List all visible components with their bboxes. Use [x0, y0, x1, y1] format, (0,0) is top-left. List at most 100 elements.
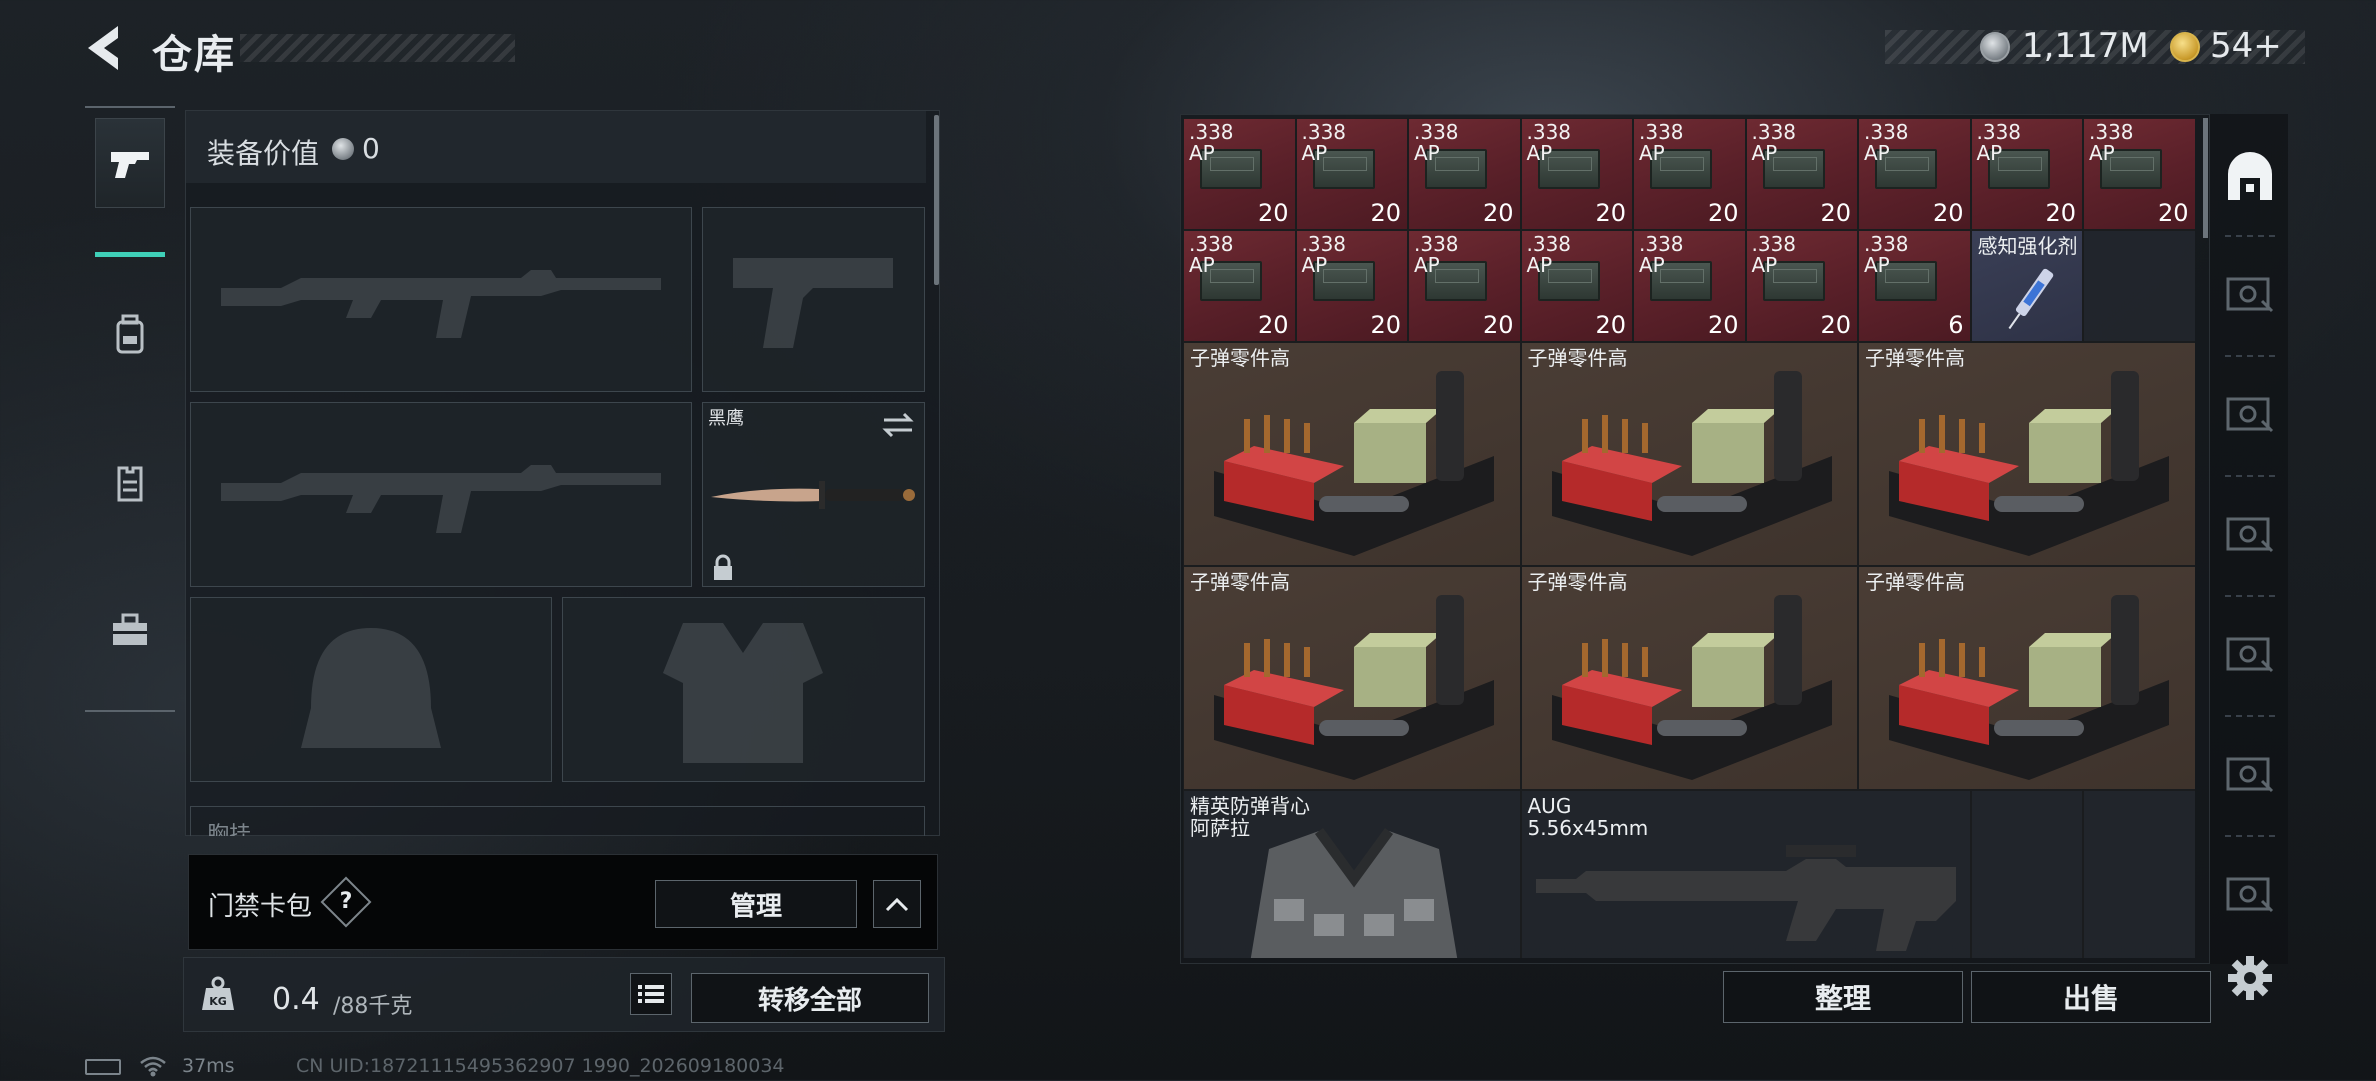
rifle-silhouette-icon [221, 270, 661, 338]
backpack-icon [116, 314, 144, 354]
ammo-338ap-item[interactable]: .338 AP 20 [1183, 230, 1296, 342]
ammo-name: .338 AP [1526, 232, 1572, 277]
bullet-parts-icon [1551, 371, 1832, 556]
empty-cell[interactable] [2083, 230, 2195, 342]
ammo-338ap-item[interactable]: .338 AP 20 [2083, 118, 2195, 230]
ammo-count: 20 [1595, 199, 1626, 227]
ammo-338ap-item[interactable]: .338 AP 20 [1408, 230, 1521, 342]
silver-coin-icon [332, 138, 354, 160]
ammo-338ap-item[interactable]: .338 AP 20 [1408, 118, 1521, 230]
storage-tab-7[interactable] [2222, 865, 2278, 921]
stimulant-name: 感知强化剂 [1977, 234, 2078, 258]
tab-weapons[interactable] [95, 118, 165, 208]
tab-toolbox[interactable] [95, 585, 165, 675]
bullet-parts-icon [1214, 371, 1494, 556]
ammo-338ap-item[interactable]: .338 AP 20 [1183, 118, 1296, 230]
ammo-name: .338 AP [1301, 232, 1347, 277]
pistol-silhouette-icon [733, 258, 893, 348]
list-view-button[interactable] [630, 973, 672, 1015]
armor-vest-item[interactable]: 精英防弹背心 阿萨拉 [1183, 790, 1521, 958]
knife-icon [711, 481, 915, 509]
collapse-button[interactable] [873, 880, 921, 928]
bullet-parts-item[interactable]: 子弹零件高 [1520, 566, 1858, 790]
ammo-338ap-item[interactable]: .338 AP 20 [1970, 118, 2083, 230]
current-weight: 0.4 [272, 982, 320, 1017]
ammo-count: 20 [1257, 311, 1289, 339]
tab-backpack[interactable] [95, 290, 165, 380]
ammo-count: 6 [1948, 311, 1964, 339]
armor-slot[interactable] [562, 597, 925, 782]
ammo-count: 20 [2045, 199, 2076, 227]
swap-icon[interactable] [882, 411, 914, 439]
empty-cell[interactable] [2083, 790, 2195, 958]
ping-value: 37ms [182, 1055, 235, 1077]
chest-rig-slot[interactable]: 胸挂 [190, 806, 925, 836]
bullet-parts-item[interactable]: 子弹零件高 [1858, 566, 2195, 790]
pistol-slot[interactable] [702, 207, 925, 392]
storage-tab-2[interactable] [2222, 265, 2278, 321]
ammo-name: .338 AP [1751, 120, 1797, 165]
access-card-label: 门禁卡包 [208, 892, 313, 922]
ammo-name: .338 AP [1414, 232, 1459, 277]
ammo-338ap-item[interactable]: .338 AP 20 [1520, 118, 1633, 230]
lock-icon[interactable] [711, 554, 735, 582]
ammo-count: 20 [2157, 199, 2189, 227]
gold-coin-icon [2170, 32, 2200, 62]
storage-scrollbar[interactable] [2203, 118, 2208, 238]
ammo-name: .338 AP [1301, 120, 1347, 165]
ammo-338ap-item[interactable]: .338 AP 6 [1858, 230, 1971, 342]
bullet-parts-icon [1889, 371, 2169, 556]
ammo-338ap-item[interactable]: .338 AP 20 [1520, 230, 1633, 342]
rifle-icon [1535, 845, 1956, 951]
ammo-name: .338 AP [1189, 120, 1234, 165]
empty-cell[interactable] [1970, 790, 2083, 958]
bullet-parts-item[interactable]: 子弹零件高 [1520, 342, 1858, 566]
ammo-count: 20 [1932, 199, 1964, 227]
ammo-name: .338 AP [2089, 120, 2134, 165]
crate-icon [2226, 397, 2274, 433]
back-button[interactable] [82, 22, 126, 74]
ammo-338ap-item[interactable]: .338 AP 20 [1633, 118, 1746, 230]
ammo-name: .338 AP [1526, 120, 1572, 165]
ammo-name: .338 AP [1864, 120, 1909, 165]
arch-icon [2228, 152, 2272, 200]
storage-tab-4[interactable] [2222, 505, 2278, 561]
ammo-338ap-item[interactable]: .338 AP 20 [1858, 118, 1971, 230]
ammo-338ap-item[interactable]: .338 AP 20 [1745, 118, 1858, 230]
ammo-338ap-item[interactable]: .338 AP 20 [1745, 230, 1858, 342]
equipment-scrollbar[interactable] [934, 115, 939, 285]
gold-currency-value[interactable]: 54+ [2210, 26, 2282, 66]
secondary-weapon-slot[interactable] [190, 402, 692, 587]
ammo-338ap-item[interactable]: .338 AP 20 [1295, 230, 1408, 342]
storage-tab-5[interactable] [2222, 625, 2278, 681]
armor-silhouette-icon [663, 623, 823, 763]
storage-home-tab[interactable] [2222, 150, 2278, 206]
bullet-parts-item[interactable]: 子弹零件高 [1183, 566, 1521, 790]
ammo-338ap-item[interactable]: .338 AP 20 [1633, 230, 1746, 342]
ammo-count: 20 [1707, 199, 1739, 227]
ammo-count: 20 [1482, 199, 1514, 227]
armor-vest-icon [1250, 828, 1458, 958]
ammo-338ap-item[interactable]: .338 AP 20 [1295, 118, 1408, 230]
help-icon: ? [339, 889, 353, 914]
helmet-silhouette-icon [301, 628, 441, 748]
storage-tab-6[interactable] [2222, 745, 2278, 801]
bullet-parts-item[interactable]: 子弹零件高 [1183, 342, 1521, 566]
sell-button[interactable]: 出售 [1971, 971, 2211, 1023]
tab-vest[interactable] [95, 438, 165, 528]
manage-button[interactable]: 管理 [655, 880, 857, 928]
bullet-parts-item[interactable]: 子弹零件高 [1858, 342, 2195, 566]
ammo-name: .338 AP [1751, 232, 1797, 277]
stimulant-item[interactable]: 感知强化剂 [1970, 230, 2083, 342]
tab-divider [2225, 835, 2275, 837]
helmet-slot[interactable] [190, 597, 552, 782]
transfer-all-button[interactable]: 转移全部 [691, 973, 929, 1023]
settings-button[interactable] [2222, 950, 2278, 1006]
aug-rifle-item[interactable]: AUG 5.56x45mm [1520, 790, 1971, 958]
storage-tab-3[interactable] [2222, 385, 2278, 441]
primary-weapon-slot[interactable] [190, 207, 692, 392]
ammo-count: 20 [1482, 311, 1514, 339]
syringe-icon [2008, 268, 2053, 330]
crate-icon [2226, 757, 2274, 793]
sort-button[interactable]: 整理 [1723, 971, 1963, 1023]
